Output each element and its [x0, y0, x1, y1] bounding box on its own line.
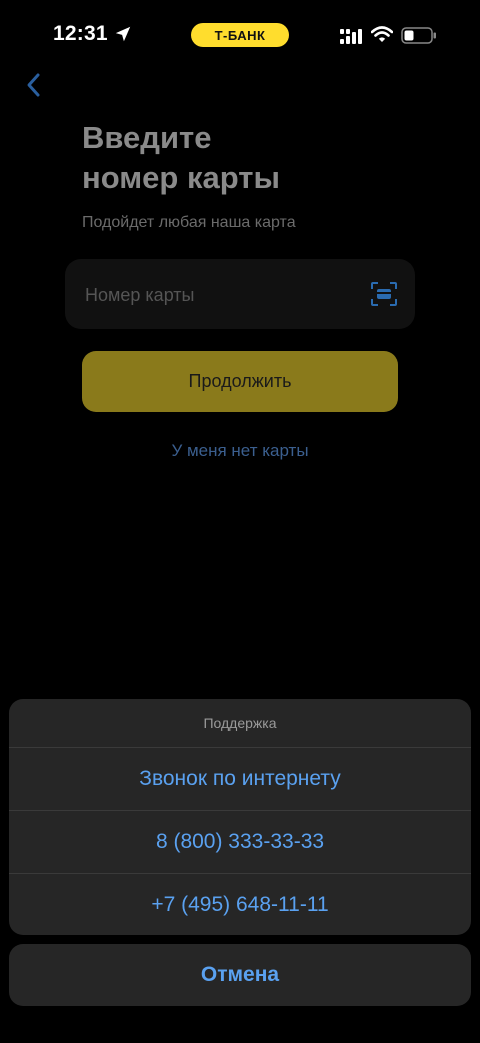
card-scan-icon[interactable] — [370, 281, 398, 307]
cancel-button-label: Отмена — [200, 963, 280, 986]
back-button[interactable] — [20, 70, 46, 100]
continue-button-label: Продолжить — [188, 371, 292, 391]
action-sheet-title: Поддержка — [9, 699, 471, 748]
chevron-left-icon — [27, 73, 40, 97]
continue-button[interactable]: Продолжить — [82, 351, 398, 412]
cancel-button[interactable]: Отмена — [9, 944, 471, 1006]
card-number-field[interactable] — [65, 259, 415, 329]
internet-call-option[interactable]: Звонок по интернету — [9, 748, 471, 811]
page-subtitle: Подойдет любая наша карта — [82, 214, 296, 231]
card-number-input[interactable] — [83, 277, 357, 313]
phone-800-option[interactable]: 8 (800) 333-33-33 — [9, 811, 471, 874]
page-title: Введите номер карты — [82, 120, 280, 195]
phone-495-option[interactable]: +7 (495) 648-11-11 — [9, 874, 471, 935]
no-card-link[interactable]: У меня нет карты — [0, 441, 480, 461]
support-action-sheet: Поддержка Звонок по интернету 8 (800) 33… — [9, 699, 471, 935]
